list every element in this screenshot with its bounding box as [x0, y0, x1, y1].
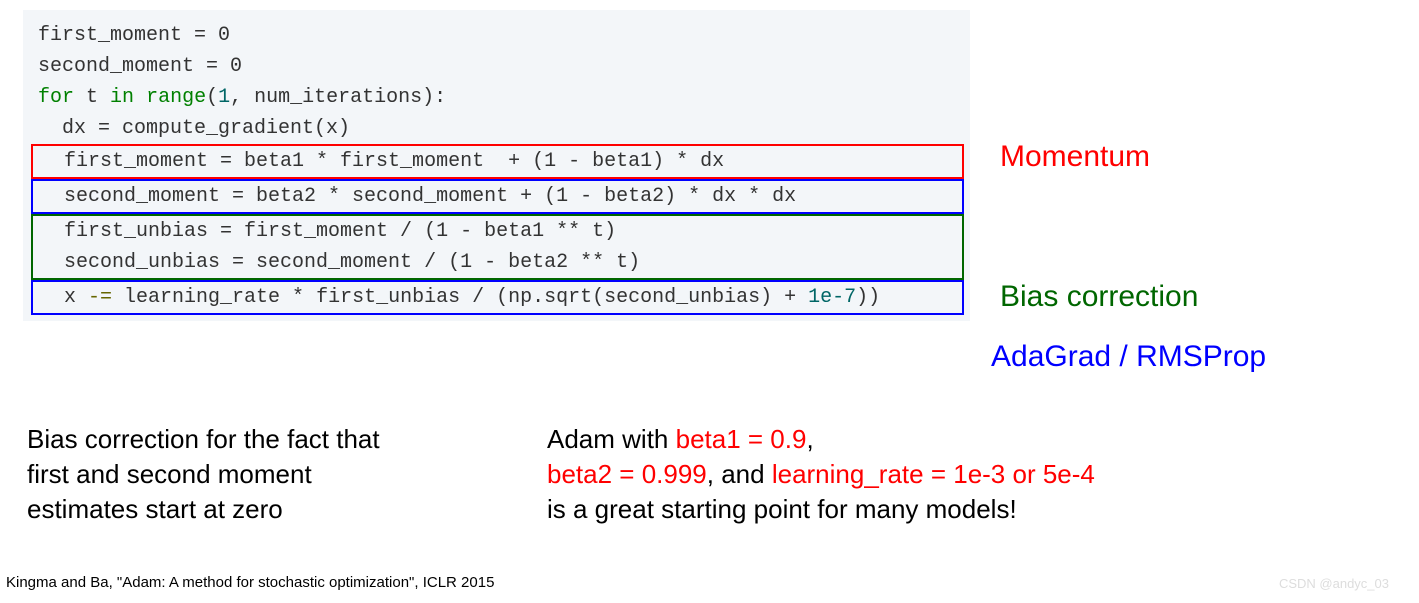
- code-line-second-unbias: second_unbias = second_moment / (1 - bet…: [40, 247, 962, 278]
- code-text: t: [74, 86, 110, 109]
- code-text: [134, 86, 146, 109]
- param-learning-rate: learning_rate = 1e-3 or 5e-4: [772, 459, 1095, 489]
- note-text: is a great starting point for many model…: [547, 494, 1017, 524]
- note-text: estimates start at zero: [27, 494, 283, 524]
- note-text: Bias correction for the fact that: [27, 424, 380, 454]
- code-line-4: dx = compute_gradient(x): [23, 113, 970, 144]
- code-block: first_moment = 0 second_moment = 0 for t…: [23, 10, 970, 321]
- fn-range: range: [146, 86, 206, 109]
- code-line-3: for t in range(1, num_iterations):: [23, 82, 970, 113]
- code-line-momentum: first_moment = beta1 * first_moment + (1…: [31, 144, 964, 179]
- code-text: (: [206, 86, 218, 109]
- note-text: Adam with: [547, 424, 676, 454]
- operator-minus-eq: -=: [88, 286, 112, 309]
- code-line-update: x -= learning_rate * first_unbias / (np.…: [31, 280, 964, 315]
- code-line-first-unbias: first_unbias = first_moment / (1 - beta1…: [40, 216, 962, 247]
- code-text: , num_iterations):: [230, 86, 446, 109]
- code-line-second-moment: second_moment = beta2 * second_moment + …: [31, 179, 964, 214]
- watermark: CSDN @andyc_03: [1279, 576, 1389, 591]
- code-line-1: first_moment = 0: [23, 20, 970, 51]
- citation: Kingma and Ba, "Adam: A method for stoch…: [6, 574, 494, 591]
- note-adam-defaults: Adam with beta1 = 0.9, beta2 = 0.999, an…: [547, 422, 1247, 527]
- code-line-2: second_moment = 0: [23, 51, 970, 82]
- code-text: )): [856, 286, 880, 309]
- label-bias-correction: Bias correction: [1000, 280, 1198, 314]
- number-literal: 1: [218, 86, 230, 109]
- note-text: first and second moment: [27, 459, 312, 489]
- note-text: , and: [707, 459, 772, 489]
- code-box-bias-correction: first_unbias = first_moment / (1 - beta1…: [31, 214, 964, 280]
- note-text: ,: [806, 424, 813, 454]
- keyword-for: for: [38, 86, 74, 109]
- param-beta1: beta1 = 0.9: [676, 424, 807, 454]
- code-text: x: [40, 286, 88, 309]
- code-text: learning_rate * first_unbias / (np.sqrt(…: [112, 286, 808, 309]
- label-momentum: Momentum: [1000, 140, 1150, 174]
- param-beta2: beta2 = 0.999: [547, 459, 707, 489]
- keyword-in: in: [110, 86, 134, 109]
- note-bias-correction: Bias correction for the fact that first …: [27, 422, 487, 527]
- label-adagrad-rmsprop: AdaGrad / RMSProp: [991, 340, 1266, 374]
- number-literal: 1e-7: [808, 286, 856, 309]
